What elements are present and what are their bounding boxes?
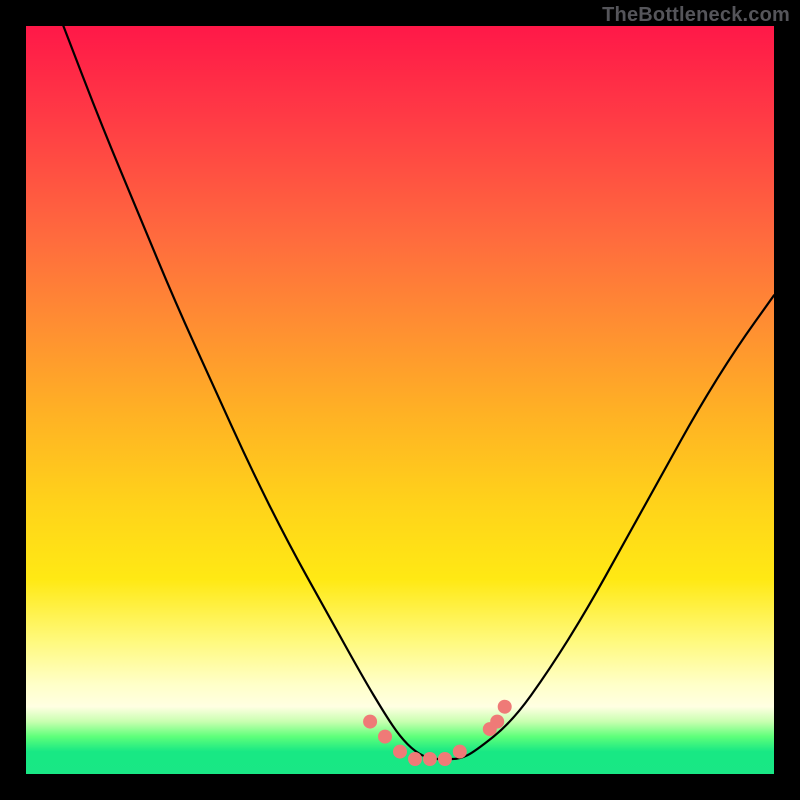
chart-frame: TheBottleneck.com (0, 0, 800, 800)
highlight-dots (363, 700, 512, 766)
marker-dot (453, 745, 467, 759)
marker-dot (363, 715, 377, 729)
watermark-text: TheBottleneck.com (602, 4, 790, 27)
marker-dot (393, 745, 407, 759)
marker-dot (490, 715, 504, 729)
plot-area (26, 26, 774, 774)
bottleneck-curve (63, 26, 774, 759)
marker-dot (498, 700, 512, 714)
curve-layer (26, 26, 774, 774)
marker-dot (408, 752, 422, 766)
marker-dot (378, 730, 392, 744)
marker-dot (438, 752, 452, 766)
marker-dot (423, 752, 437, 766)
